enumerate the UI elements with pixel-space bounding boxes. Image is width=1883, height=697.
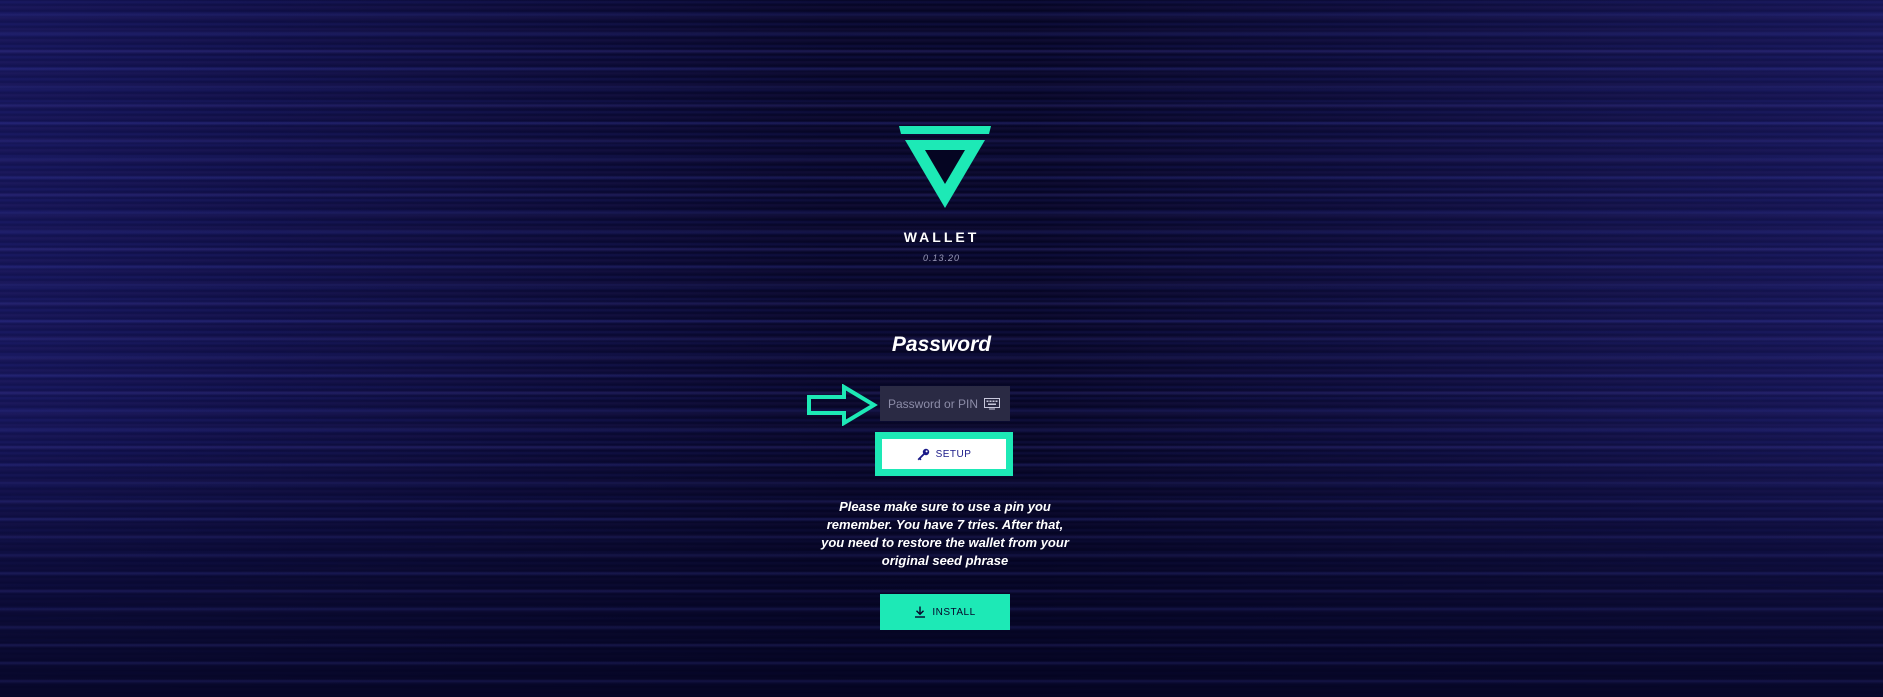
version-label: 0.13.20 bbox=[922, 253, 961, 263]
keyboard-icon[interactable] bbox=[984, 397, 1000, 410]
download-icon bbox=[915, 606, 926, 618]
setup-button[interactable]: SETUP bbox=[875, 432, 1013, 476]
brand-name: WALLET bbox=[903, 229, 980, 245]
login-panel: WALLET 0.13.20 Password SETUP Please mak… bbox=[0, 0, 1883, 697]
info-text: Please make sure to use a pin you rememb… bbox=[821, 499, 1069, 568]
password-field[interactable] bbox=[880, 386, 1010, 421]
wallet-logo-icon bbox=[899, 126, 991, 208]
arrow-right-icon bbox=[807, 384, 878, 426]
setup-button-label: SETUP bbox=[935, 448, 972, 460]
setup-button-body[interactable]: SETUP bbox=[882, 439, 1006, 469]
page-title: Password bbox=[891, 333, 992, 356]
password-input[interactable] bbox=[888, 396, 980, 411]
install-button[interactable]: INSTALL bbox=[880, 594, 1010, 630]
app-window: WALLET 0.13.20 Password SETUP Please mak… bbox=[0, 0, 1883, 697]
install-button-label: INSTALL bbox=[932, 606, 976, 618]
key-icon bbox=[917, 448, 929, 460]
